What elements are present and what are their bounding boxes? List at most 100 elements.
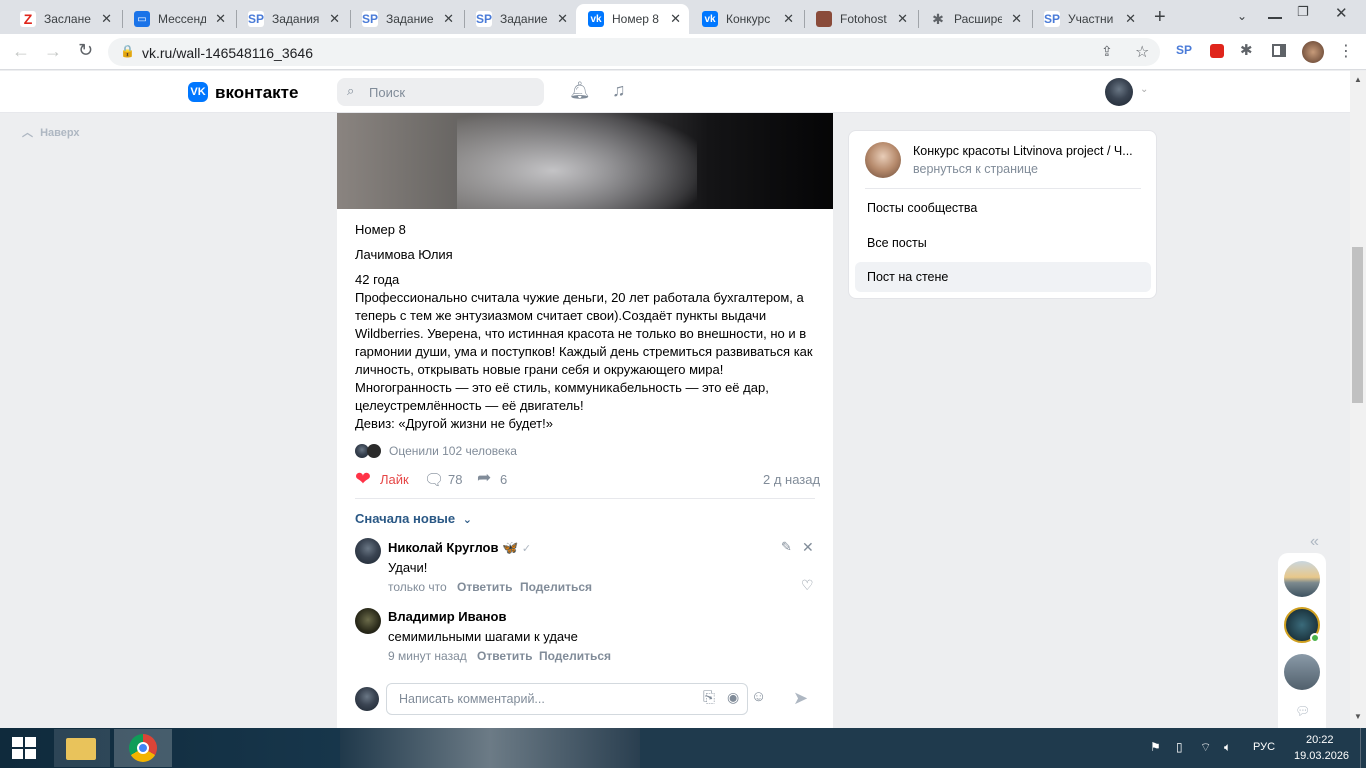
- vk-logo-icon[interactable]: VK: [188, 82, 208, 102]
- collapse-double-chevron-icon[interactable]: «: [1310, 533, 1319, 551]
- extensions-puzzle-icon[interactable]: ✱: [1240, 41, 1253, 59]
- edit-pencil-icon[interactable]: ✎: [781, 539, 792, 555]
- group-avatar[interactable]: [865, 142, 901, 178]
- close-tab-icon[interactable]: ✕: [215, 11, 226, 27]
- forward-icon[interactable]: →: [44, 41, 62, 62]
- page-scrollbar[interactable]: ▲ ▼: [1350, 71, 1366, 728]
- reply-button[interactable]: Ответить: [457, 578, 512, 596]
- new-tab-plus-icon[interactable]: +: [1154, 6, 1166, 29]
- comment-author-avatar[interactable]: [355, 608, 381, 634]
- shares-count[interactable]: 6: [500, 471, 507, 489]
- close-tab-icon[interactable]: ✕: [783, 11, 794, 27]
- windows-start-icon[interactable]: [12, 737, 36, 759]
- tab-9[interactable]: ✱ Расшире ✕: [918, 4, 1030, 34]
- address-bar[interactable]: 🔒 vk.ru/wall-146548116_3646 ⇪ ☆: [108, 38, 1160, 66]
- close-tab-icon[interactable]: ✕: [1011, 11, 1022, 27]
- more-menu-icon[interactable]: ⋮: [1338, 41, 1354, 61]
- menu-item-community-posts[interactable]: Посты сообщества: [855, 193, 1151, 223]
- scroll-up-arrow-icon[interactable]: ▲: [1354, 75, 1362, 84]
- chevron-down-icon[interactable]: ⌄: [1140, 84, 1148, 95]
- scroll-to-top-button[interactable]: ︿ Наверх: [22, 124, 80, 140]
- comments-count[interactable]: 78: [448, 471, 462, 489]
- attach-paperclip-icon[interactable]: ⎘: [703, 689, 715, 706]
- chat-avatar[interactable]: [1284, 654, 1320, 690]
- send-icon[interactable]: ➤: [793, 688, 808, 709]
- tab-10[interactable]: SP Участни ✕: [1032, 4, 1144, 34]
- comment-like-heart-icon[interactable]: ♡: [801, 577, 814, 594]
- volume-icon[interactable]: 🔈︎: [1224, 740, 1231, 755]
- back-to-page-link[interactable]: вернуться к странице: [913, 162, 1038, 176]
- comment-input[interactable]: Написать комментарий... ⎘ ◉ ☺: [386, 683, 766, 715]
- heart-icon[interactable]: ❤: [355, 468, 371, 491]
- menu-item-wall-post[interactable]: Пост на стене: [855, 262, 1151, 292]
- chrome-button[interactable]: [114, 729, 172, 767]
- liker-avatar[interactable]: [367, 444, 381, 458]
- comment-time[interactable]: только что: [388, 578, 447, 596]
- menu-item-all-posts[interactable]: Все посты: [855, 228, 1151, 258]
- notifications-bell-icon[interactable]: 🔔︎: [569, 81, 591, 101]
- bookmark-star-icon[interactable]: ☆: [1135, 42, 1149, 62]
- my-avatar[interactable]: [355, 687, 379, 711]
- post-photo[interactable]: [337, 113, 833, 209]
- comment-icon[interactable]: 🗨︎: [424, 470, 444, 490]
- profile-avatar[interactable]: [1302, 41, 1324, 63]
- close-tab-icon[interactable]: ✕: [329, 11, 340, 27]
- reload-icon[interactable]: ↻: [78, 40, 93, 61]
- network-error-icon[interactable]: ⚑: [1150, 740, 1161, 754]
- minimize-icon[interactable]: [1268, 17, 1282, 19]
- extension-red-icon[interactable]: [1210, 44, 1224, 58]
- post-time[interactable]: 2 д назад: [763, 471, 820, 489]
- share-icon[interactable]: ⇪: [1101, 43, 1113, 60]
- restore-window-icon[interactable]: ❐: [1297, 4, 1309, 20]
- sp-extension-icon[interactable]: SP: [1176, 43, 1192, 57]
- show-desktop-button[interactable]: [1360, 728, 1366, 768]
- comment-author-avatar[interactable]: [355, 538, 381, 564]
- chat-avatar[interactable]: [1284, 561, 1320, 597]
- close-tab-icon[interactable]: ✕: [897, 11, 908, 27]
- share-comment-button[interactable]: Поделиться: [539, 647, 611, 665]
- search-input[interactable]: ⌕ Поиск: [337, 78, 544, 106]
- music-icon[interactable]: ♫: [612, 80, 626, 101]
- delete-comment-icon[interactable]: ✕: [802, 539, 814, 556]
- side-panel-icon[interactable]: [1272, 44, 1286, 57]
- tab-2[interactable]: ▭ Мессенд ✕: [122, 4, 234, 34]
- vk-logo-text[interactable]: вконтакте: [215, 83, 298, 103]
- close-tab-icon[interactable]: ✕: [443, 11, 454, 27]
- tab-4[interactable]: SP Задание ✕: [350, 4, 462, 34]
- language-indicator[interactable]: РУС: [1253, 741, 1275, 753]
- tab-6-active[interactable]: vk Номер 8 ✕: [576, 4, 689, 34]
- scroll-down-arrow-icon[interactable]: ▼: [1354, 712, 1362, 721]
- close-tab-icon[interactable]: ✕: [670, 11, 681, 27]
- back-icon[interactable]: ←: [12, 41, 30, 62]
- clock-date[interactable]: 19.03.2026: [1294, 750, 1349, 762]
- file-explorer-button[interactable]: [54, 729, 110, 767]
- like-button[interactable]: Лайк: [380, 471, 409, 489]
- sort-comments-dropdown[interactable]: Сначала новые ⌄: [355, 510, 472, 529]
- wifi-icon[interactable]: ⌔: [1200, 740, 1211, 755]
- comment-author[interactable]: Николай Круглов 🦋 ✓: [388, 539, 531, 558]
- tab-1[interactable]: Z Заслане ✕: [8, 4, 120, 34]
- emoji-smile-icon[interactable]: ☺: [751, 688, 766, 705]
- share-comment-button[interactable]: Поделиться: [520, 578, 592, 596]
- battery-icon[interactable]: ▯: [1176, 740, 1183, 754]
- tab-8[interactable]: Fotohost ✕: [804, 4, 916, 34]
- group-name[interactable]: Конкурс красоты Litvinova project / Ч...: [913, 144, 1133, 158]
- camera-icon[interactable]: ◉: [727, 689, 739, 706]
- user-avatar[interactable]: [1105, 78, 1133, 106]
- comment-time[interactable]: 9 минут назад: [388, 647, 467, 665]
- clock-time[interactable]: 20:22: [1306, 734, 1334, 746]
- scrollbar-thumb[interactable]: [1352, 247, 1363, 403]
- share-arrow-icon[interactable]: ➦: [477, 468, 491, 488]
- close-window-icon[interactable]: ✕: [1335, 4, 1348, 22]
- comment-author[interactable]: Владимир Иванов: [388, 608, 506, 626]
- close-tab-icon[interactable]: ✕: [557, 11, 568, 27]
- tab-search-chevron-icon[interactable]: ⌄: [1237, 9, 1247, 23]
- close-tab-icon[interactable]: ✕: [101, 11, 112, 27]
- messages-icon[interactable]: 💬︎: [1295, 704, 1310, 718]
- rated-count[interactable]: Оценили 102 человека: [389, 442, 517, 460]
- tab-7[interactable]: vk Конкурс ✕: [690, 4, 802, 34]
- tab-3[interactable]: SP Задания ✕: [236, 4, 348, 34]
- close-tab-icon[interactable]: ✕: [1125, 11, 1136, 27]
- reply-button[interactable]: Ответить: [477, 647, 532, 665]
- tab-5[interactable]: SP Задание ✕: [464, 4, 576, 34]
